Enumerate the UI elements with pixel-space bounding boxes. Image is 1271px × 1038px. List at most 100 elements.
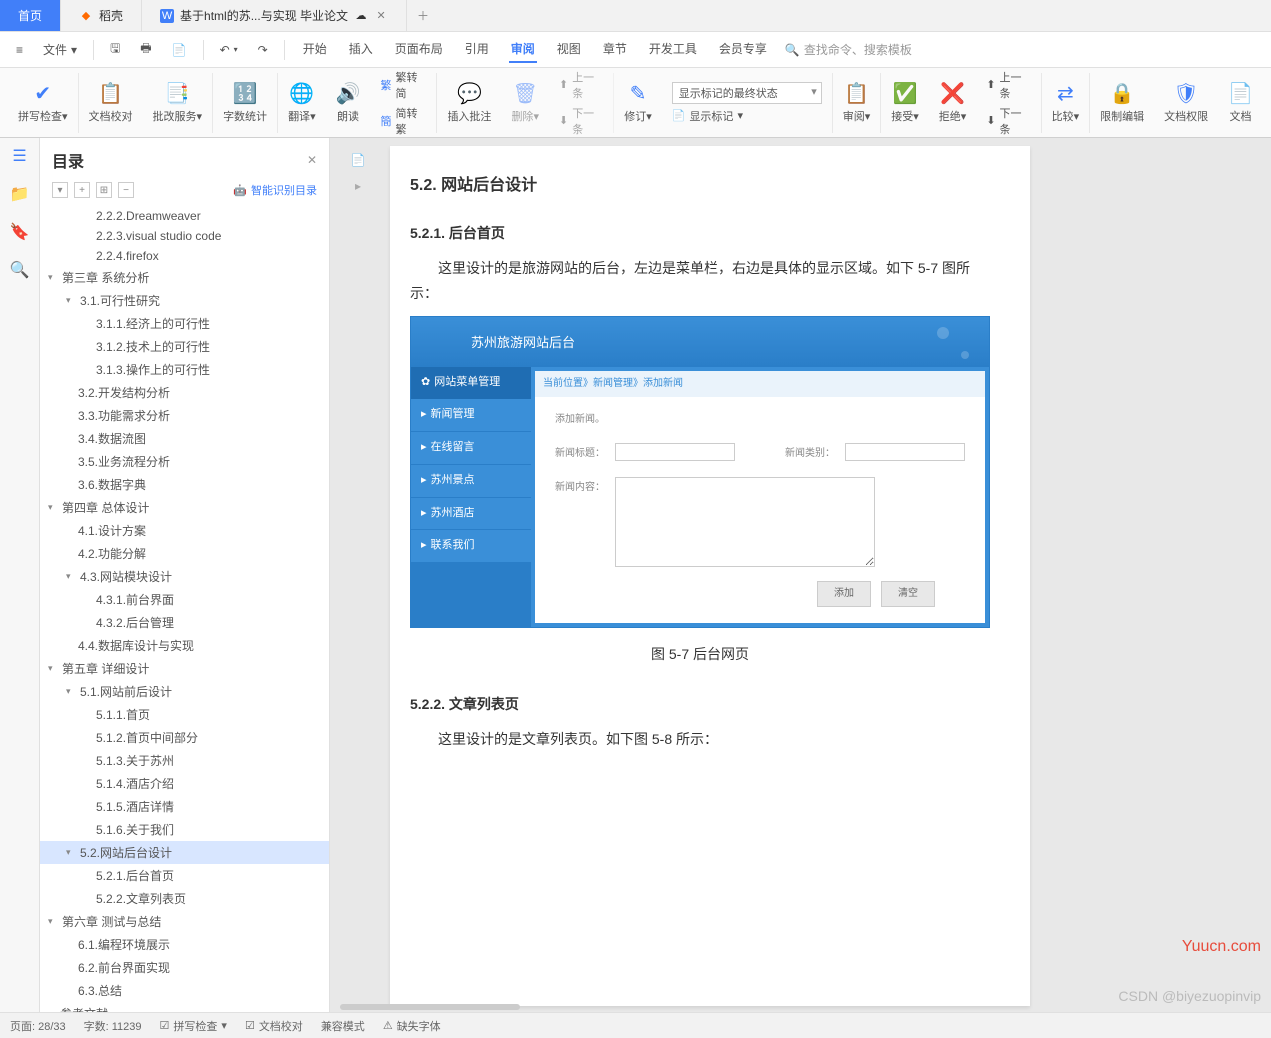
page-nav-icon[interactable]: ▸ xyxy=(348,176,368,196)
toc-item[interactable]: 5.1.5.酒店详情 xyxy=(40,795,329,818)
collapse-icon[interactable]: − xyxy=(118,182,134,198)
insert-comment-button[interactable]: 💬插入批注 xyxy=(437,73,501,133)
toc-item[interactable]: 2.2.4.firefox xyxy=(40,246,329,266)
save-icon[interactable]: 🖫 xyxy=(102,35,128,64)
compare-button[interactable]: ⇄比较▾ xyxy=(1042,73,1091,133)
toc-item[interactable]: 3.3.功能需求分析 xyxy=(40,404,329,427)
toc-item[interactable]: 6.3.总结 xyxy=(40,979,329,1002)
menu-开始[interactable]: 开始 xyxy=(301,36,329,63)
toc-item[interactable]: 4.1.设计方案 xyxy=(40,519,329,542)
menu-会员专享[interactable]: 会员专享 xyxy=(717,36,769,63)
folder-icon[interactable]: 📁 xyxy=(10,184,30,204)
toc-item[interactable]: 2.2.2.Dreamweaver xyxy=(40,206,329,226)
next-comment-button[interactable]: ⬇ 下一条 xyxy=(559,105,603,137)
doc-auth-button[interactable]: 📄文档 xyxy=(1218,73,1263,133)
markup-state-dropdown[interactable]: 显示标记的最终状态 xyxy=(672,82,822,104)
new-tab-button[interactable]: ＋ xyxy=(407,0,439,31)
menu-章节[interactable]: 章节 xyxy=(601,36,629,63)
toc-item[interactable]: 3.1.3.操作上的可行性 xyxy=(40,358,329,381)
toc-item[interactable]: 参考文献 xyxy=(40,1002,329,1012)
close-panel-icon[interactable]: ✕ xyxy=(307,153,317,167)
menu-视图[interactable]: 视图 xyxy=(555,36,583,63)
revise-button[interactable]: ✎修订▾ xyxy=(614,73,662,133)
admin-menu-item[interactable]: ▸在线留言 xyxy=(411,432,531,465)
collapse-all-icon[interactable]: ▾ xyxy=(52,182,68,198)
prev-comment-button[interactable]: ⬆ 上一条 xyxy=(559,69,603,101)
outline-icon[interactable]: ☰ xyxy=(10,146,30,166)
read-aloud-button[interactable]: 🔊朗读 xyxy=(326,73,371,133)
toc-item[interactable]: ▾第三章 系统分析 xyxy=(40,266,329,289)
menu-页面布局[interactable]: 页面布局 xyxy=(393,36,445,63)
translate-button[interactable]: 🌐翻译▾ xyxy=(278,73,326,133)
search-input[interactable]: 🔍查找命令、搜索模板 xyxy=(785,41,912,58)
toc-item[interactable]: ▾第六章 测试与总结 xyxy=(40,910,329,933)
toc-item[interactable]: ▾第五章 详细设计 xyxy=(40,657,329,680)
reject-button[interactable]: ❌拒绝▾ xyxy=(929,73,977,133)
toc-item[interactable]: 2.2.3.visual studio code xyxy=(40,226,329,246)
simp-to-trad-button[interactable]: 簡简转繁 xyxy=(381,105,427,137)
toc-item[interactable]: 4.4.数据库设计与实现 xyxy=(40,634,329,657)
menu-引用[interactable]: 引用 xyxy=(463,36,491,63)
spell-check-button[interactable]: ✔拼写检查▾ xyxy=(8,73,79,133)
toc-item[interactable]: ▾第四章 总体设计 xyxy=(40,496,329,519)
show-markup-button[interactable]: 📄 显示标记▾ xyxy=(672,108,822,124)
toc-item[interactable]: 3.6.数据字典 xyxy=(40,473,329,496)
toc-item[interactable]: 5.1.1.首页 xyxy=(40,703,329,726)
admin-menu-item[interactable]: ▸联系我们 xyxy=(411,530,531,563)
print-icon[interactable]: 🖶 xyxy=(132,35,159,64)
toc-item[interactable]: 3.1.1.经济上的可行性 xyxy=(40,312,329,335)
prev-revision-button[interactable]: ⬆ 上一条 xyxy=(986,69,1030,101)
textarea-content[interactable] xyxy=(615,477,875,567)
menu-审阅[interactable]: 审阅 xyxy=(509,36,537,63)
hamburger-icon[interactable]: ≡ xyxy=(8,39,31,61)
input-type[interactable] xyxy=(845,443,965,461)
toc-item[interactable]: ▾5.1.网站前后设计 xyxy=(40,680,329,703)
toc-item[interactable]: 5.2.1.后台首页 xyxy=(40,864,329,887)
redo-icon[interactable]: ↷ xyxy=(250,39,276,61)
toc-item[interactable]: 3.2.开发结构分析 xyxy=(40,381,329,404)
batch-service-button[interactable]: 📑批改服务▾ xyxy=(143,73,214,133)
restrict-edit-button[interactable]: 🔒限制编辑 xyxy=(1090,73,1154,133)
bookmark-icon[interactable]: 🔖 xyxy=(10,222,30,242)
page-tool-icon[interactable]: 📄 xyxy=(348,150,368,170)
status-proof[interactable]: ☑ 文档校对 xyxy=(245,1018,303,1034)
toc-item[interactable]: 5.1.2.首页中间部分 xyxy=(40,726,329,749)
delete-comment-button[interactable]: 🗑删除▾ xyxy=(501,73,549,133)
admin-menu-item[interactable]: ▸新闻管理 xyxy=(411,399,531,432)
trad-to-simp-button[interactable]: 繁繁转简 xyxy=(381,69,427,101)
toc-item[interactable]: 6.2.前台界面实现 xyxy=(40,956,329,979)
level-icon[interactable]: ⊞ xyxy=(96,182,112,198)
word-count[interactable]: 字数: 11239 xyxy=(84,1018,142,1034)
page-indicator[interactable]: 页面: 28/33 xyxy=(10,1018,66,1034)
toc-item[interactable]: 4.3.2.后台管理 xyxy=(40,611,329,634)
add-button[interactable]: 添加 xyxy=(817,581,871,607)
clear-button[interactable]: 清空 xyxy=(881,581,935,607)
toc-item[interactable]: 6.1.编程环境展示 xyxy=(40,933,329,956)
admin-menu-item[interactable]: ▸苏州酒店 xyxy=(411,498,531,531)
toc-item[interactable]: 5.2.2.文章列表页 xyxy=(40,887,329,910)
toc-item[interactable]: ▾5.2.网站后台设计 xyxy=(40,841,329,864)
review-pane-button[interactable]: 📋审阅▾ xyxy=(833,73,882,133)
status-missing-font[interactable]: ⚠ 缺失字体 xyxy=(383,1018,441,1034)
accept-button[interactable]: ✅接受▾ xyxy=(881,73,929,133)
toc-item[interactable]: 4.3.1.前台界面 xyxy=(40,588,329,611)
toc-item[interactable]: 5.1.6.关于我们 xyxy=(40,818,329,841)
toc-item[interactable]: 3.4.数据流图 xyxy=(40,427,329,450)
admin-menu-item[interactable]: ▸苏州景点 xyxy=(411,465,531,498)
horizontal-scrollbar[interactable] xyxy=(340,1004,520,1010)
toc-item[interactable]: 5.1.3.关于苏州 xyxy=(40,749,329,772)
toc-item[interactable]: ▾4.3.网站模块设计 xyxy=(40,565,329,588)
toc-item[interactable]: 4.2.功能分解 xyxy=(40,542,329,565)
menu-开发工具[interactable]: 开发工具 xyxy=(647,36,699,63)
toc-item[interactable]: ▾3.1.可行性研究 xyxy=(40,289,329,312)
toc-item[interactable]: 3.5.业务流程分析 xyxy=(40,450,329,473)
status-compat[interactable]: 兼容模式 xyxy=(321,1018,365,1034)
next-revision-button[interactable]: ⬇ 下一条 xyxy=(986,105,1030,137)
search-sidebar-icon[interactable]: 🔍 xyxy=(10,260,30,280)
tab-document[interactable]: W基于html的苏...与实现 毕业论文☁✕ xyxy=(142,0,407,31)
toc-item[interactable]: 5.1.4.酒店介绍 xyxy=(40,772,329,795)
expand-icon[interactable]: + xyxy=(74,182,90,198)
close-icon[interactable]: ✕ xyxy=(374,9,388,23)
input-title[interactable] xyxy=(615,443,735,461)
undo-icon[interactable]: ↶▾ xyxy=(212,39,246,61)
